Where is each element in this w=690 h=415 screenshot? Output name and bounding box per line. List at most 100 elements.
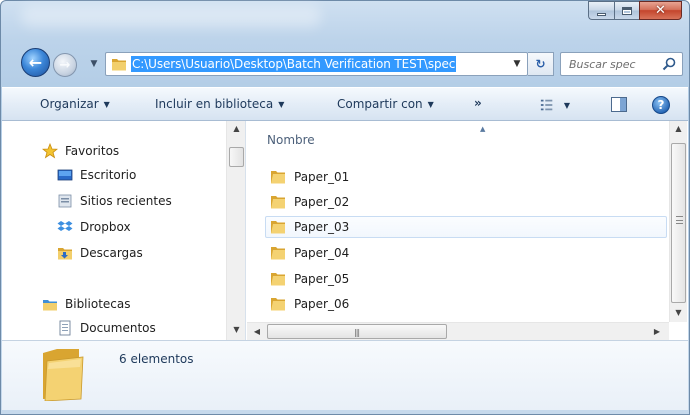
- help-icon: ?: [657, 98, 665, 112]
- sidebar-item-label: Escritorio: [80, 168, 137, 182]
- navigation-pane-scrollbar[interactable]: ▲ ▼: [226, 121, 245, 340]
- scrollbar-thumb[interactable]: [671, 143, 686, 303]
- sidebar-item-label: Dropbox: [80, 220, 131, 234]
- file-row[interactable]: Paper_02: [265, 191, 667, 213]
- chevron-down-icon: ▼: [278, 100, 285, 109]
- chevron-down-icon: ▼: [103, 100, 110, 109]
- file-list-pane: Nombre ▲ Paper_01 Paper_02 Paper_03 Pape…: [247, 121, 688, 340]
- title-bar-glow: [21, 5, 321, 27]
- chevron-down-icon: ▼: [427, 100, 434, 109]
- recent-pages-button[interactable]: ▼: [89, 58, 99, 70]
- organize-label: Organizar: [40, 97, 99, 111]
- minimize-button[interactable]: [588, 1, 614, 20]
- libraries-icon: [43, 300, 57, 311]
- sidebar-item-label: Sitios recientes: [80, 194, 172, 208]
- sidebar-item-sitios-recientes[interactable]: Sitios recientes: [57, 193, 172, 209]
- scroll-up-icon[interactable]: ▲: [227, 121, 245, 137]
- star-icon: [42, 143, 58, 159]
- sidebar-item-dropbox[interactable]: Dropbox: [57, 219, 131, 235]
- back-arrow-icon: ←: [28, 53, 43, 72]
- sidebar-item-label: Descargas: [80, 246, 143, 260]
- forward-arrow-icon: →: [59, 57, 71, 73]
- explorer-window: ✕ ← → ▼ C:\Users\Usuario\Desktop\Batch V…: [0, 0, 690, 415]
- folder-icon: [271, 196, 285, 209]
- share-label: Compartir con: [337, 97, 423, 111]
- scroll-left-icon[interactable]: ◀: [249, 323, 265, 341]
- folder-icon: [271, 247, 285, 260]
- more-commands-button[interactable]: »: [474, 96, 482, 110]
- folder-icon: [271, 221, 285, 234]
- item-count: 6 elementos: [119, 352, 194, 366]
- file-row[interactable]: Paper_01: [265, 166, 667, 188]
- sidebar-item-label: Favoritos: [65, 144, 120, 158]
- folder-icon: [271, 273, 285, 286]
- include-library-label: Incluir en biblioteca: [155, 97, 274, 111]
- sidebar-item-escritorio[interactable]: Escritorio: [57, 167, 136, 183]
- file-row[interactable]: Paper_04: [265, 242, 667, 264]
- sidebar-item-documentos[interactable]: Documentos: [57, 320, 156, 336]
- file-row[interactable]: Paper_05: [265, 268, 667, 290]
- documents-icon: [59, 320, 71, 336]
- scroll-down-icon[interactable]: ▼: [227, 322, 245, 338]
- include-library-menu[interactable]: Incluir en biblioteca ▼: [155, 97, 284, 111]
- search-input[interactable]: [569, 57, 661, 71]
- forward-button[interactable]: →: [53, 53, 77, 77]
- help-button[interactable]: ?: [652, 96, 670, 114]
- sidebar-item-label: Documentos: [80, 321, 156, 335]
- command-toolbar: Organizar ▼ Incluir en biblioteca ▼ Compar…: [2, 87, 688, 121]
- navigation-pane: Favoritos Escritorio Sitios recientes Dr…: [2, 121, 246, 340]
- desktop-icon: [57, 169, 73, 181]
- file-row[interactable]: Paper_06: [265, 293, 667, 315]
- sidebar-item-label: Bibliotecas: [65, 297, 131, 311]
- file-name: Paper_04: [294, 246, 350, 260]
- search-box[interactable]: [560, 52, 683, 76]
- scrollbar-thumb[interactable]: |||: [267, 324, 447, 339]
- sidebar-item-descargas[interactable]: Descargas: [57, 245, 143, 261]
- maximize-icon: [622, 6, 632, 15]
- content-area: Favoritos Escritorio Sitios recientes Dr…: [2, 121, 688, 340]
- folder-icon: [271, 171, 285, 184]
- scrollbar-thumb[interactable]: [229, 147, 244, 167]
- navigation-bar: ← → ▼ C:\Users\Usuario\Desktop\Batch Ver…: [1, 41, 690, 77]
- folder-icon: [112, 59, 126, 71]
- sort-ascending-icon: ▲: [480, 125, 486, 133]
- file-list-horizontal-scrollbar[interactable]: ◀ ||| ▶: [247, 322, 669, 340]
- file-name: Paper_02: [294, 195, 350, 209]
- search-icon[interactable]: [662, 57, 676, 71]
- chevron-down-icon: ▼: [90, 59, 98, 69]
- dropbox-icon: [57, 221, 73, 231]
- view-options-icon: [540, 99, 553, 111]
- scroll-right-icon[interactable]: ▶: [649, 323, 665, 341]
- sidebar-item-bibliotecas[interactable]: Bibliotecas: [42, 296, 130, 312]
- downloads-icon: [58, 248, 72, 260]
- folder-large-icon: [43, 349, 84, 401]
- file-row[interactable]: Paper_03: [265, 216, 667, 238]
- minimize-icon: [597, 12, 606, 16]
- address-bar[interactable]: C:\Users\Usuario\Desktop\Batch Verificat…: [105, 52, 528, 76]
- file-name: Paper_01: [294, 170, 350, 184]
- address-path[interactable]: C:\Users\Usuario\Desktop\Batch Verificat…: [131, 56, 457, 72]
- maximize-button[interactable]: [614, 1, 639, 20]
- column-header-name[interactable]: Nombre: [267, 133, 315, 147]
- address-dropdown-icon[interactable]: ▼: [511, 58, 523, 70]
- scroll-down-icon[interactable]: ▼: [670, 305, 687, 321]
- share-menu[interactable]: Compartir con ▼: [337, 97, 434, 111]
- scroll-up-icon[interactable]: ▲: [670, 121, 687, 137]
- organize-menu[interactable]: Organizar ▼: [40, 97, 110, 111]
- refresh-button[interactable]: ↻: [528, 52, 554, 76]
- grip-icon: [676, 216, 683, 224]
- change-view-button[interactable]: ▼: [540, 97, 570, 113]
- folder-icon: [271, 298, 285, 311]
- chevron-down-icon: ▼: [563, 100, 570, 110]
- back-button[interactable]: ←: [21, 48, 50, 77]
- caption-buttons: ✕: [588, 1, 682, 21]
- grip-icon: |||: [354, 328, 360, 337]
- file-name: Paper_06: [294, 297, 350, 311]
- file-name: Paper_03: [294, 220, 350, 234]
- refresh-icon: ↻: [535, 57, 546, 71]
- preview-pane-button[interactable]: [611, 97, 627, 112]
- file-list-vertical-scrollbar[interactable]: ▲ ▼: [669, 121, 687, 322]
- sidebar-item-favoritos[interactable]: Favoritos: [42, 143, 119, 159]
- close-button[interactable]: ✕: [639, 1, 682, 20]
- file-name: Paper_05: [294, 272, 350, 286]
